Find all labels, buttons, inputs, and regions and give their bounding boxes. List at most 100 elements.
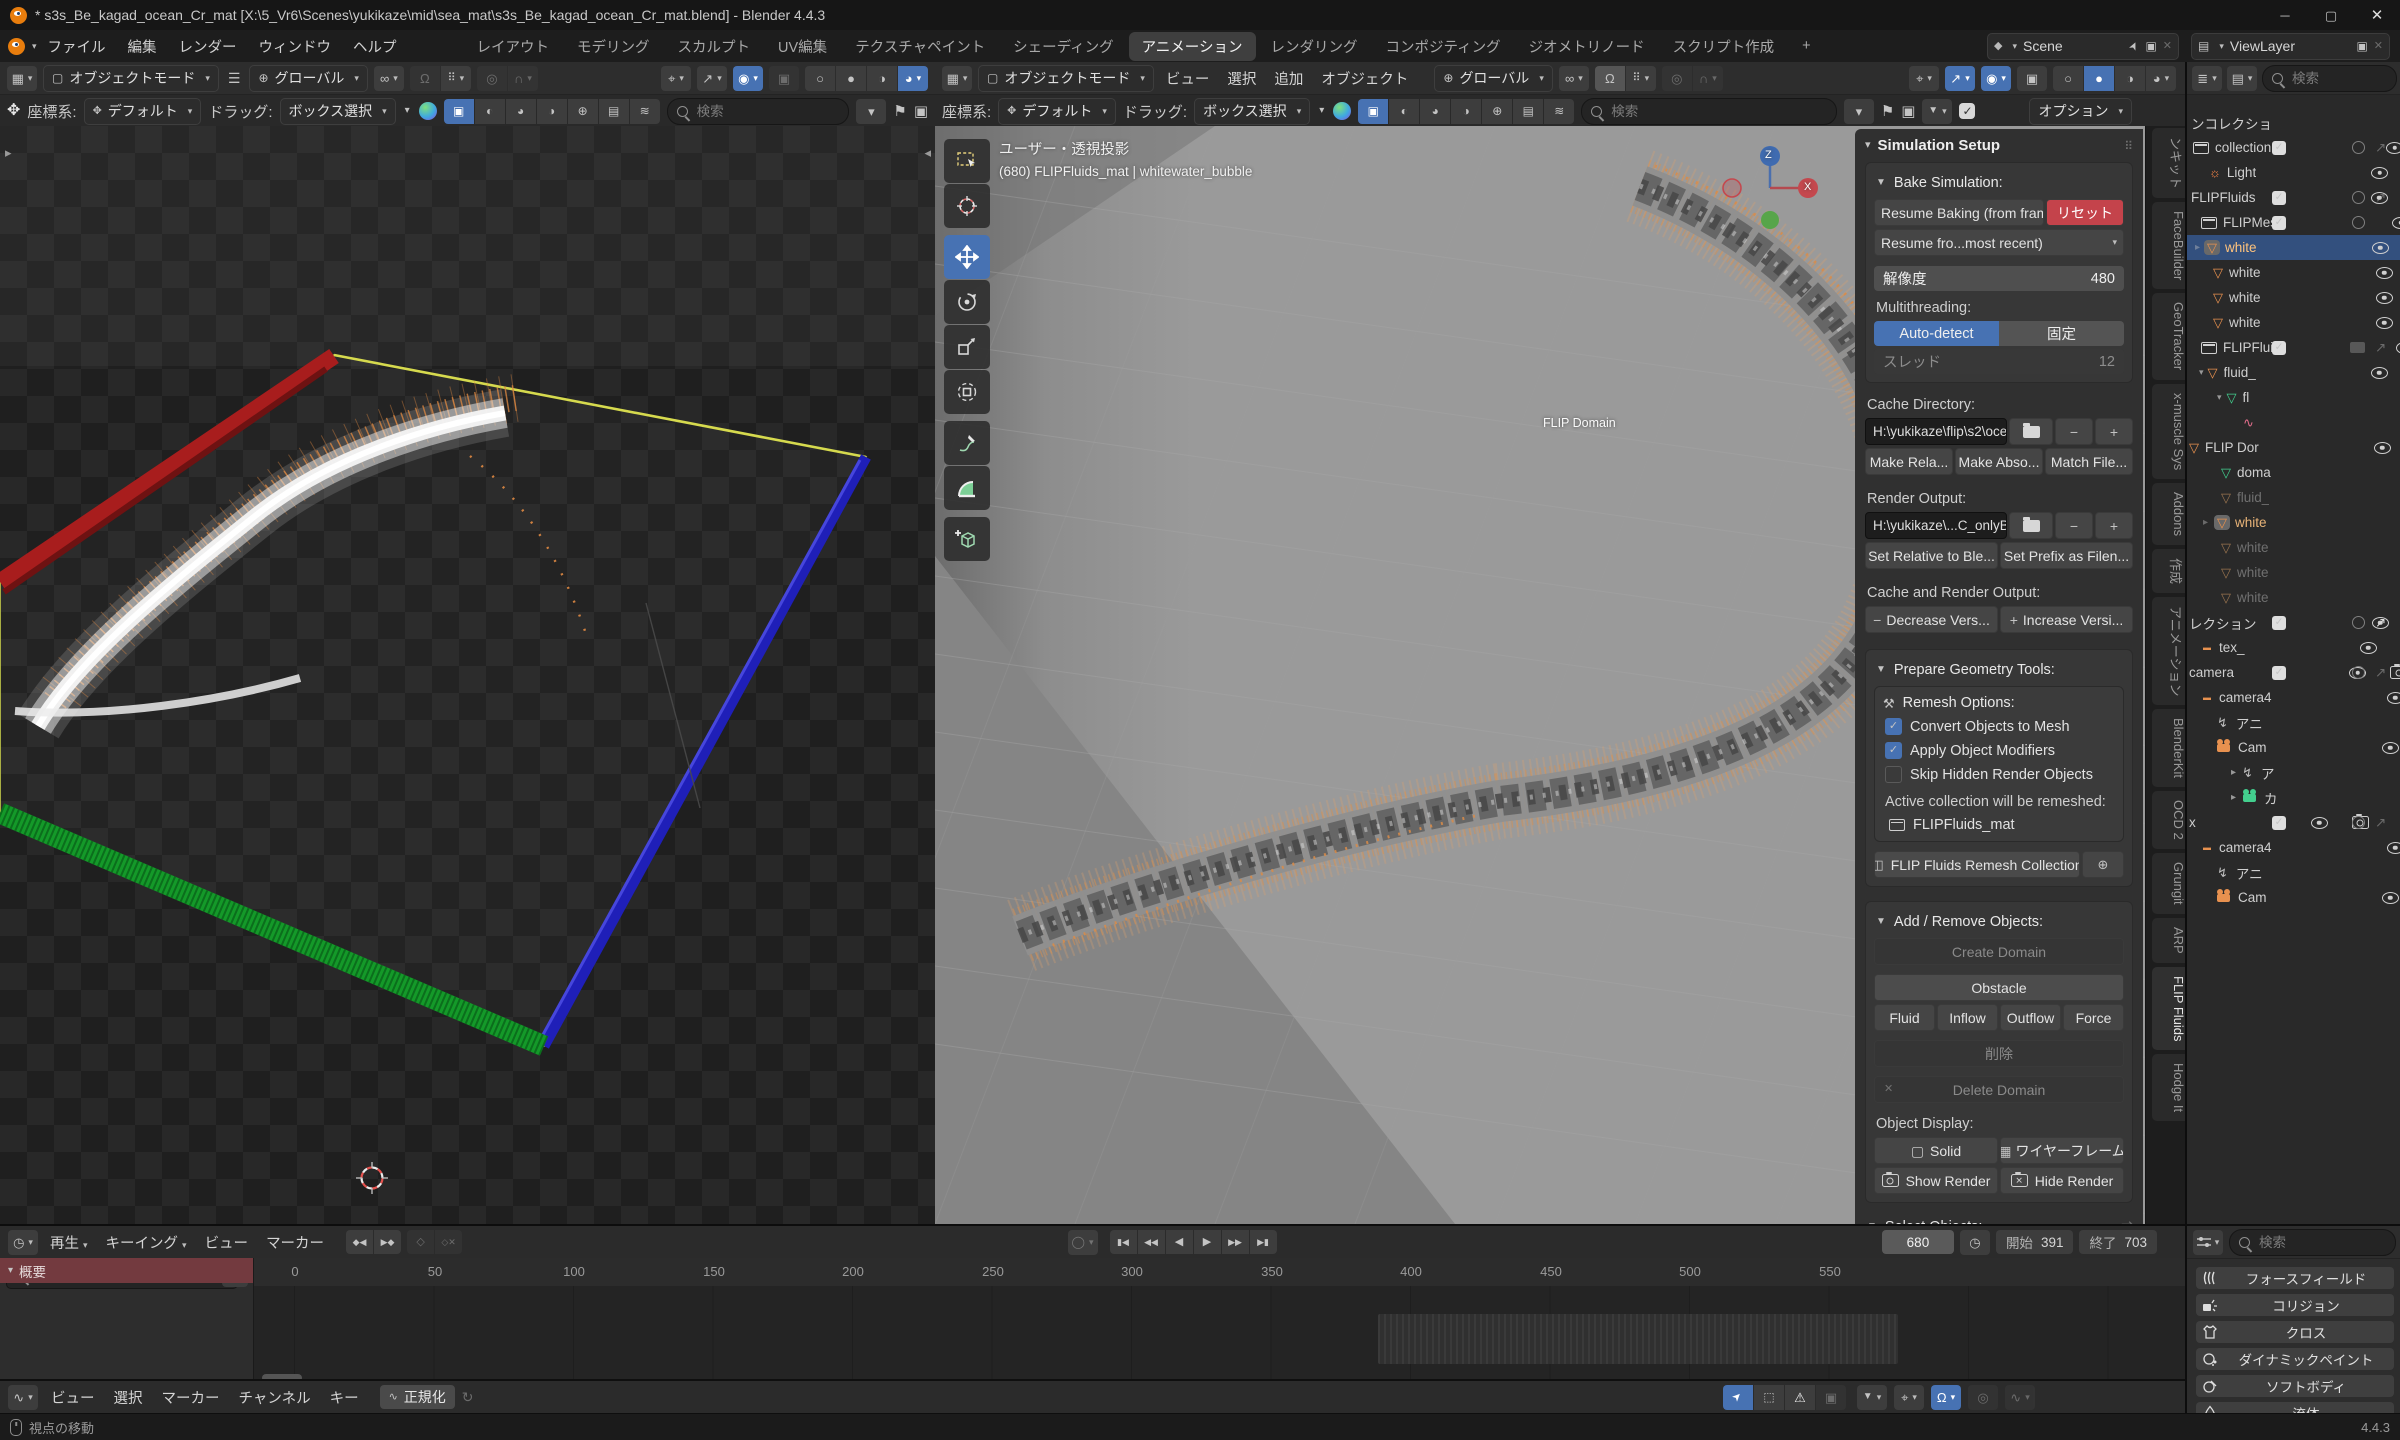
workspace-tab-uv[interactable]: UV編集 — [765, 32, 840, 61]
outliner-row-anim[interactable]: アニ — [2187, 860, 2400, 885]
eye-icon[interactable] — [2374, 442, 2391, 454]
camera-icon[interactable] — [2390, 666, 2400, 679]
ntab-facebuilder[interactable]: FaceBuilder — [2152, 202, 2185, 289]
display-mode-button[interactable] — [2192, 66, 2222, 91]
eye-icon[interactable] — [2382, 892, 2399, 904]
outflow-button[interactable]: Outflow — [2000, 1004, 2061, 1031]
annotate-tool[interactable] — [944, 421, 990, 465]
resolution-field[interactable]: 解像度 480 — [1874, 266, 2124, 291]
show-errors-button[interactable] — [1785, 1385, 1815, 1410]
viewport-overlay-4[interactable] — [537, 99, 567, 124]
viewport-left-content[interactable] — [0, 126, 935, 1224]
outliner-row-flipmes[interactable]: FLIPMes — [2187, 210, 2400, 235]
rotate-tool[interactable] — [944, 280, 990, 324]
section-collapse-icon[interactable] — [1876, 178, 1886, 188]
add-cube-tool[interactable] — [944, 517, 990, 561]
box-select-button[interactable] — [1754, 1385, 1784, 1410]
eye-icon[interactable] — [2386, 142, 2400, 154]
expander-icon[interactable] — [2217, 393, 2222, 402]
expander-icon[interactable] — [8, 1266, 13, 1276]
shading-rendered-button[interactable] — [898, 66, 928, 91]
play-fast-button[interactable] — [1222, 1230, 1249, 1254]
editor-type-button[interactable] — [7, 66, 37, 91]
menu-key[interactable]: キー — [324, 1387, 365, 1408]
cloth-button[interactable]: クロス — [2196, 1321, 2394, 1343]
menu-select[interactable]: 選択 — [108, 1387, 149, 1408]
selectable-icon[interactable] — [2352, 616, 2365, 629]
make-absolute-button[interactable]: Make Abso... — [1955, 448, 2043, 475]
fluid-button[interactable]: Fluid — [1874, 1004, 1935, 1031]
editor-type-button[interactable] — [942, 66, 972, 91]
menu-render[interactable]: レンダー — [168, 36, 248, 57]
proportional-edit-button[interactable] — [1662, 66, 1692, 91]
ntab-hodgeit[interactable]: Hodge It — [2152, 1054, 2185, 1121]
ntab-flip-fluids[interactable]: FLIP Fluids — [2152, 967, 2185, 1051]
ntab-animation[interactable]: アニメーション — [2152, 597, 2185, 705]
checkbox-icon[interactable] — [2272, 666, 2286, 680]
render-path-field[interactable]: H:\yukikaze\...C_onlyB_mat — [1865, 512, 2007, 539]
eye-icon[interactable] — [2371, 367, 2388, 379]
arrow-icon[interactable] — [2375, 191, 2386, 205]
ntab-ocd2[interactable]: OCD 2 — [2152, 791, 2185, 849]
workspace-tab-compositing[interactable]: コンポジティング — [1373, 32, 1514, 61]
measure-tool[interactable] — [944, 466, 990, 510]
outliner-row-camera4[interactable]: camera4 — [2187, 835, 2400, 860]
menu-view[interactable]: ビュー — [199, 1232, 255, 1253]
new-viewlayer-icon[interactable] — [2356, 40, 2367, 52]
drag-dropdown[interactable]: ボックス選択 — [1194, 98, 1310, 125]
select-box-tool[interactable] — [944, 139, 990, 183]
outliner-row-camera-data[interactable]: カ — [2187, 785, 2400, 810]
panel-grip-icon[interactable] — [2124, 140, 2133, 152]
ntab-geotracker[interactable]: GeoTracker — [2152, 293, 2185, 379]
gizmo-button[interactable] — [697, 66, 727, 91]
decrease-version-button[interactable]: Decrease Vers... — [1865, 606, 1998, 633]
summary-channel-row[interactable]: 概要 — [0, 1258, 253, 1283]
cache-browse-button[interactable] — [2009, 418, 2053, 445]
dopesheet-area[interactable] — [0, 1286, 2185, 1381]
keyframe-channel-band[interactable] — [1378, 1314, 1898, 1364]
menu-keying[interactable]: キーイング — [100, 1232, 193, 1253]
checkbox-icon[interactable] — [2272, 216, 2286, 230]
skip-hidden-checkbox[interactable]: Skip Hidden Render Objects — [1885, 766, 2115, 783]
hide-render-button[interactable]: Hide Render — [2000, 1167, 2124, 1194]
soft-body-button[interactable]: ソフトボディ — [2196, 1375, 2394, 1397]
chevron-down-icon[interactable] — [1317, 106, 1326, 116]
expander-icon[interactable] — [2231, 793, 2236, 803]
expander-icon[interactable] — [2203, 518, 2208, 528]
outliner-row-white-dim[interactable]: white — [2187, 560, 2400, 585]
checkbox-icon[interactable] — [2272, 616, 2286, 630]
menu-edit[interactable]: 編集 — [117, 36, 168, 57]
snap-options-button[interactable] — [1626, 66, 1656, 91]
normalize-toggle[interactable]: 正規化 — [380, 1385, 455, 1409]
scale-tool[interactable] — [944, 325, 990, 369]
selectable-icon[interactable] — [2352, 216, 2365, 229]
proportional-edit-button[interactable] — [477, 66, 507, 91]
fixed-button[interactable]: 固定 — [1999, 321, 2124, 346]
checkbox-icon[interactable] — [2272, 341, 2286, 355]
outliner-row-anim[interactable]: アニ — [2187, 710, 2400, 735]
outliner-search-input[interactable] — [2290, 70, 2387, 87]
filter-mode-button[interactable] — [2227, 66, 2257, 91]
expander-icon[interactable] — [2231, 768, 2236, 778]
checkbox-icon[interactable] — [2272, 191, 2286, 205]
viewlayer-selector[interactable]: ViewLayer — [2191, 33, 2390, 60]
menu-channel[interactable]: チャンネル — [233, 1387, 317, 1408]
inflow-button[interactable]: Inflow — [1937, 1004, 1998, 1031]
options-dropdown[interactable]: オプション — [2029, 98, 2132, 125]
outliner-row-tex-collection[interactable]: レクション — [2187, 610, 2400, 635]
shading-rendered-button[interactable] — [2146, 66, 2176, 91]
force-button[interactable]: Force — [2063, 1004, 2124, 1031]
menu-help[interactable]: ヘルプ — [342, 36, 408, 57]
editor-type-button[interactable] — [8, 1230, 38, 1255]
refresh-icon[interactable] — [462, 1390, 474, 1404]
outliner-row-camera-object[interactable]: Cam — [2187, 735, 2400, 760]
eye-icon[interactable] — [2371, 167, 2388, 179]
orientation-dropdown[interactable]: グローバル — [249, 65, 367, 92]
convert-objects-checkbox[interactable]: Convert Objects to Mesh — [1885, 718, 2115, 735]
cache-increase-button[interactable] — [2095, 418, 2133, 445]
jump-prev-keyframe-button[interactable] — [346, 1230, 373, 1254]
resume-from-dropdown[interactable]: Resume fro...most recent) — [1874, 229, 2124, 256]
outliner-row-doma-data[interactable]: doma — [2187, 460, 2400, 485]
eye-icon[interactable] — [2376, 292, 2393, 304]
menu-select[interactable]: 選択 — [1221, 68, 1262, 89]
